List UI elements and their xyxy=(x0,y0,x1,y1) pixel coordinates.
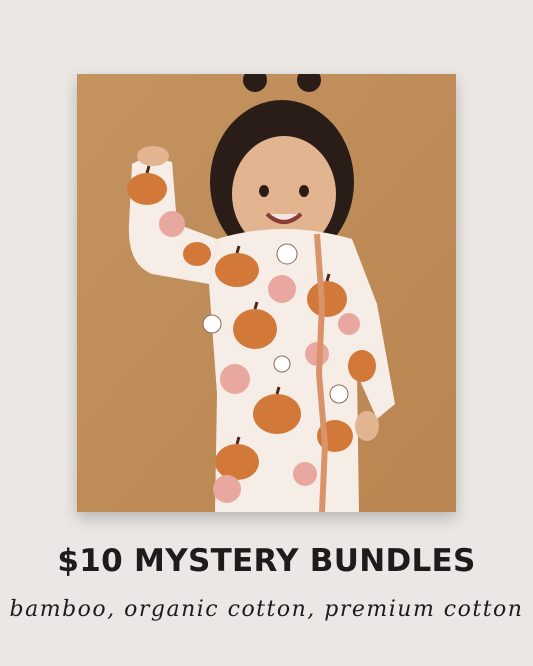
bundle-headline: $10 MYSTERY BUNDLES xyxy=(57,543,476,579)
child-in-pumpkin-romper-image xyxy=(77,74,456,512)
fabric-tagline: bamboo, organic cotton, premium cotton xyxy=(9,597,524,622)
product-photo xyxy=(77,74,456,512)
